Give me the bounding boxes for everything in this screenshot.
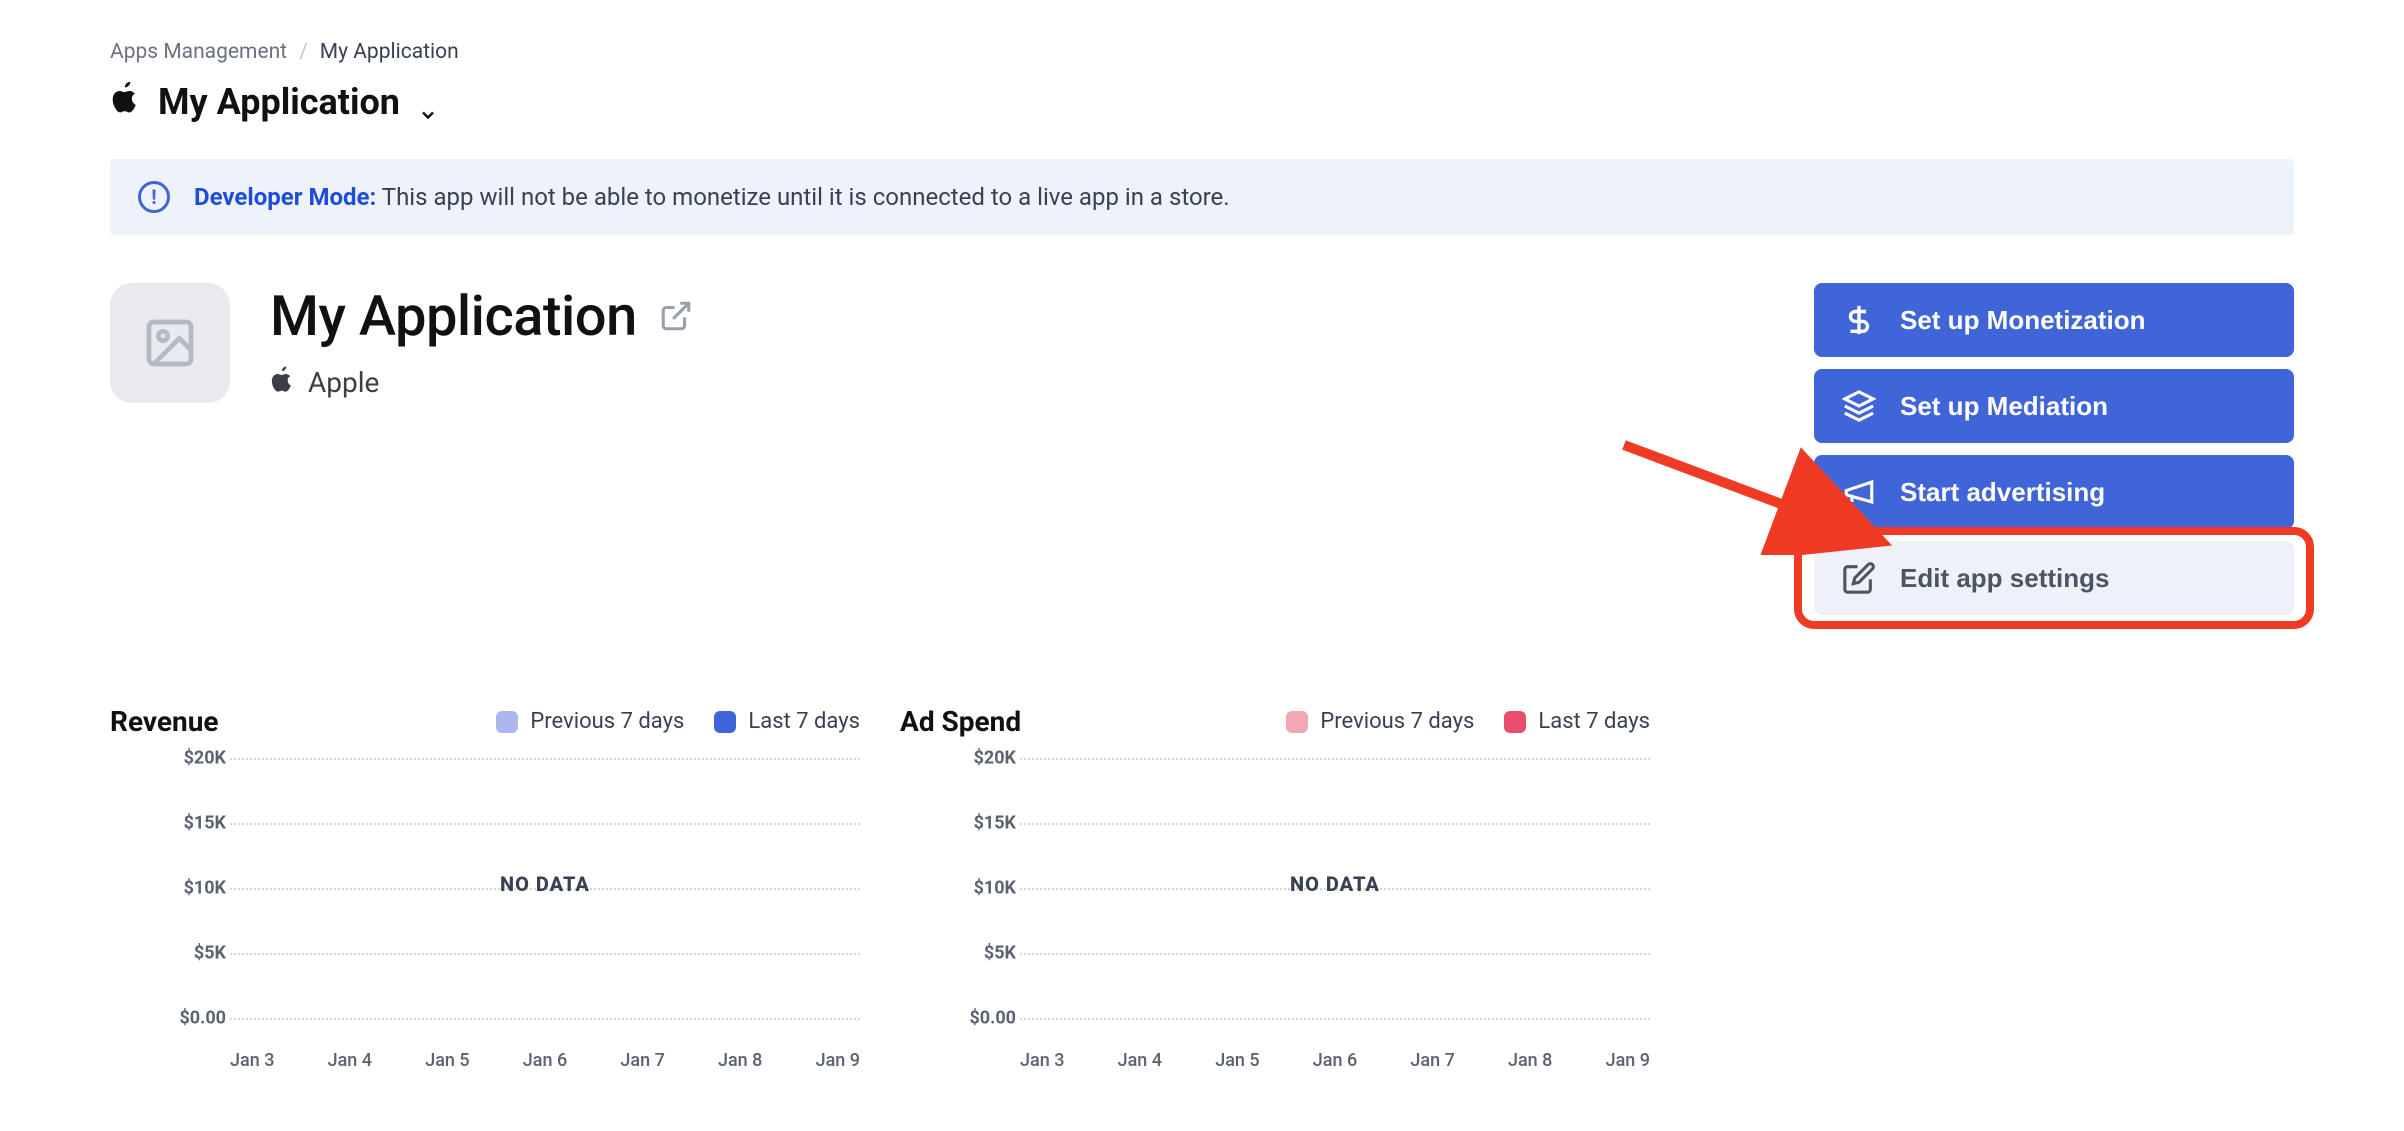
edit-icon bbox=[1842, 561, 1876, 595]
legend-swatch-last bbox=[714, 711, 736, 733]
start-advertising-button[interactable]: Start advertising bbox=[1814, 455, 2294, 529]
chart-x-tick: Jan 3 bbox=[1020, 1050, 1064, 1071]
setup-mediation-button[interactable]: Set up Mediation bbox=[1814, 369, 2294, 443]
chart-y-tick: $10K bbox=[184, 878, 226, 899]
app-icon-placeholder bbox=[110, 283, 230, 403]
breadcrumb: Apps Management / My Application bbox=[110, 40, 2294, 64]
button-label: Set up Mediation bbox=[1900, 391, 2108, 422]
external-link-icon[interactable] bbox=[659, 299, 693, 333]
chevron-down-icon bbox=[418, 92, 438, 112]
button-label: Edit app settings bbox=[1900, 563, 2109, 594]
chart-body: $20K$15K$10K$5K$0.00NO DATA bbox=[940, 758, 1650, 1038]
button-label: Set up Monetization bbox=[1900, 305, 2146, 336]
chart-x-tick: Jan 8 bbox=[1508, 1050, 1552, 1071]
chart-x-tick: Jan 3 bbox=[230, 1050, 274, 1071]
chart-x-tick: Jan 8 bbox=[718, 1050, 762, 1071]
adspend-chart: Ad Spend Previous 7 days Last 7 days $20… bbox=[900, 705, 1650, 1071]
chart-y-tick: $20K bbox=[184, 748, 226, 769]
chart-no-data: NO DATA bbox=[230, 872, 860, 896]
chart-y-tick: $15K bbox=[974, 813, 1016, 834]
chart-y-tick: $0.00 bbox=[179, 1008, 226, 1029]
button-label: Start advertising bbox=[1900, 477, 2105, 508]
legend-swatch-prev bbox=[496, 711, 518, 733]
chart-y-tick: $5K bbox=[194, 943, 226, 964]
chart-x-tick: Jan 7 bbox=[620, 1050, 664, 1071]
chart-gridline bbox=[1020, 758, 1650, 760]
alert-info-icon: ! bbox=[138, 181, 170, 213]
developer-mode-alert: ! Developer Mode: This app will not be a… bbox=[110, 159, 2294, 235]
page-title: My Application bbox=[158, 81, 400, 123]
app-platform-label: Apple bbox=[308, 366, 379, 399]
alert-strong: Developer Mode: bbox=[194, 183, 376, 211]
apple-icon bbox=[110, 80, 140, 123]
chart-title: Ad Spend bbox=[900, 705, 1021, 738]
setup-monetization-button[interactable]: Set up Monetization bbox=[1814, 283, 2294, 357]
chart-no-data: NO DATA bbox=[1020, 872, 1650, 896]
breadcrumb-separator: / bbox=[299, 40, 308, 64]
legend-last: Last 7 days bbox=[1504, 709, 1650, 734]
legend-label: Last 7 days bbox=[748, 709, 860, 734]
chart-gridline bbox=[1020, 1018, 1650, 1020]
chart-x-tick: Jan 4 bbox=[328, 1050, 372, 1071]
alert-text: Developer Mode: This app will not be abl… bbox=[194, 183, 1230, 211]
chart-x-axis: Jan 3 Jan 4 Jan 5 Jan 6 Jan 7 Jan 8 Jan 9 bbox=[1020, 1050, 1650, 1071]
chart-x-tick: Jan 5 bbox=[425, 1050, 469, 1071]
chart-title: Revenue bbox=[110, 705, 219, 738]
dollar-icon bbox=[1842, 303, 1876, 337]
chart-gridline bbox=[230, 953, 860, 955]
chart-x-axis: Jan 3 Jan 4 Jan 5 Jan 6 Jan 7 Jan 8 Jan 9 bbox=[230, 1050, 860, 1071]
chart-y-tick: $15K bbox=[184, 813, 226, 834]
legend-label: Previous 7 days bbox=[530, 709, 684, 734]
chart-y-tick: $5K bbox=[984, 943, 1016, 964]
app-selector-dropdown[interactable]: My Application bbox=[110, 80, 2294, 123]
actions-panel: Set up Monetization Set up Mediation Sta… bbox=[1814, 283, 2294, 615]
chart-x-tick: Jan 4 bbox=[1118, 1050, 1162, 1071]
legend-label: Previous 7 days bbox=[1320, 709, 1474, 734]
breadcrumb-parent-link[interactable]: Apps Management bbox=[110, 40, 287, 64]
legend-previous: Previous 7 days bbox=[496, 709, 684, 734]
app-name: My Application bbox=[270, 283, 637, 349]
chart-body: $20K$15K$10K$5K$0.00NO DATA bbox=[150, 758, 860, 1038]
megaphone-icon bbox=[1842, 475, 1876, 509]
chart-y-tick: $20K bbox=[974, 748, 1016, 769]
revenue-chart: Revenue Previous 7 days Last 7 days $20K… bbox=[110, 705, 860, 1071]
breadcrumb-current: My Application bbox=[320, 40, 459, 64]
legend-label: Last 7 days bbox=[1538, 709, 1650, 734]
alert-message: This app will not be able to monetize un… bbox=[382, 183, 1230, 211]
edit-app-settings-button[interactable]: Edit app settings bbox=[1814, 541, 2294, 615]
legend-swatch-last bbox=[1504, 711, 1526, 733]
chart-x-tick: Jan 6 bbox=[1313, 1050, 1357, 1071]
chart-y-tick: $10K bbox=[974, 878, 1016, 899]
chart-x-tick: Jan 9 bbox=[816, 1050, 860, 1071]
chart-gridline bbox=[230, 823, 860, 825]
chart-x-tick: Jan 9 bbox=[1606, 1050, 1650, 1071]
chart-gridline bbox=[230, 758, 860, 760]
legend-previous: Previous 7 days bbox=[1286, 709, 1474, 734]
apple-icon bbox=[270, 365, 294, 400]
chart-y-tick: $0.00 bbox=[969, 1008, 1016, 1029]
legend-last: Last 7 days bbox=[714, 709, 860, 734]
legend-swatch-prev bbox=[1286, 711, 1308, 733]
chart-x-tick: Jan 5 bbox=[1215, 1050, 1259, 1071]
layers-icon bbox=[1842, 389, 1876, 423]
chart-gridline bbox=[230, 1018, 860, 1020]
chart-gridline bbox=[1020, 953, 1650, 955]
chart-x-tick: Jan 7 bbox=[1410, 1050, 1454, 1071]
chart-x-tick: Jan 6 bbox=[523, 1050, 567, 1071]
chart-gridline bbox=[1020, 823, 1650, 825]
